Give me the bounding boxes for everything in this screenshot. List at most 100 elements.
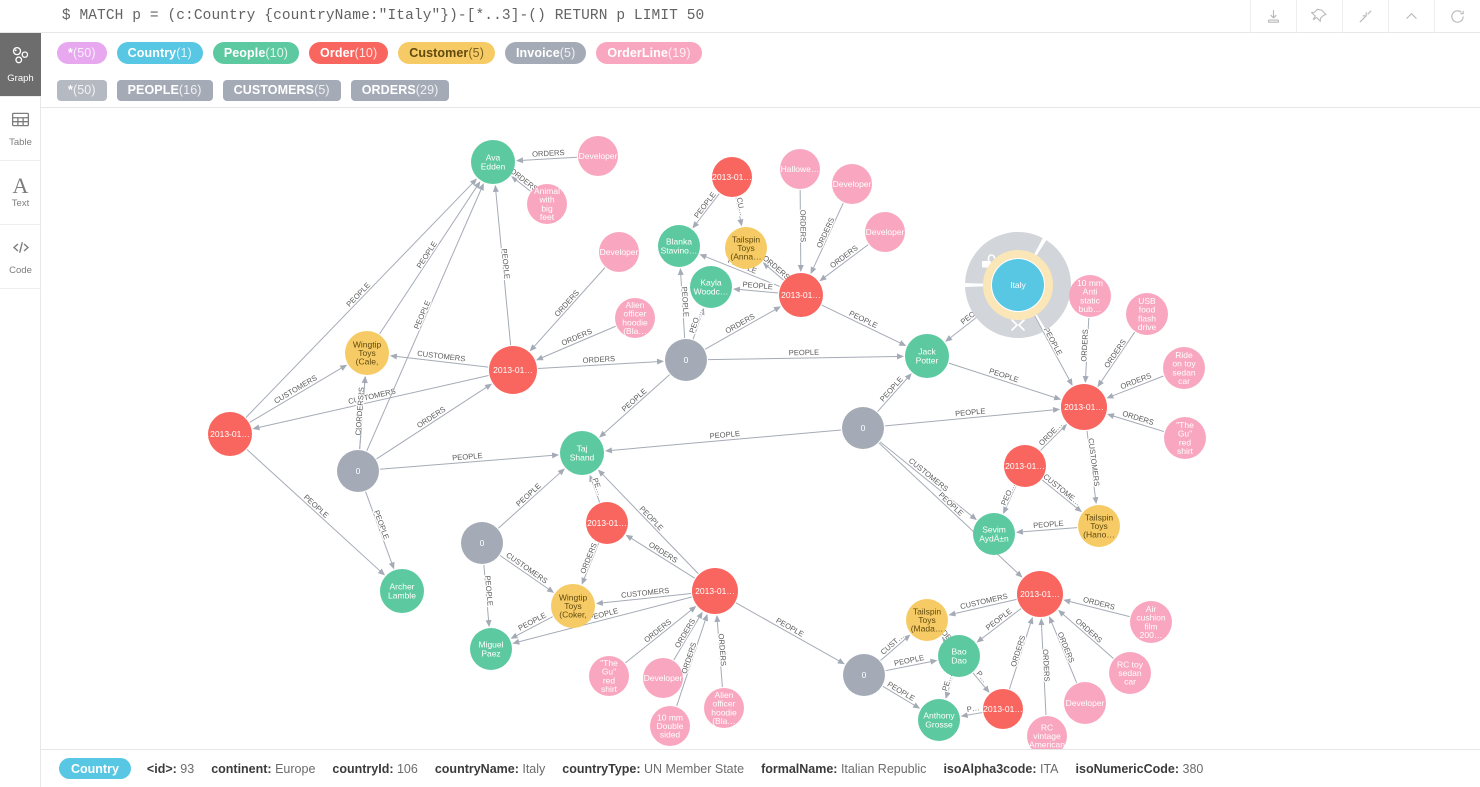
graph-node[interactable]: 2013-01… [489, 346, 537, 394]
graph-node[interactable]: 0 [337, 450, 379, 492]
label-chip-[interactable]: * (50) [57, 42, 107, 64]
graph-node[interactable]: RC toysedancar [1109, 652, 1151, 694]
graph-edge[interactable]: PEO…PEO… [686, 307, 706, 340]
graph-node[interactable]: 10 mmAntistaticbub… [1069, 275, 1111, 317]
graph-edge[interactable]: PEOPLEPEOPLE [882, 678, 922, 712]
graph-node[interactable]: Developer [1064, 682, 1106, 724]
graph-node[interactable]: 10 mmDoublesided [650, 706, 690, 746]
graph-edge[interactable]: CUSTOMERSCUSTOMERS [499, 549, 556, 596]
graph-edge[interactable]: ORDERSORDERS [1106, 408, 1165, 433]
graph-edge[interactable]: PEOPLEPEOPLE [975, 605, 1022, 645]
graph-node[interactable]: 2013-01… [1061, 384, 1107, 430]
graph-node[interactable]: Hallowe… [780, 149, 820, 189]
graph-edge[interactable]: PEOPLEPEOPLE [492, 184, 513, 346]
graph-node[interactable]: MiguelPaez [470, 628, 512, 670]
graph-edge[interactable]: CUST…CUST… [877, 630, 913, 661]
graph-edge[interactable]: PEOPLEPEOPLE [379, 180, 483, 335]
graph-node[interactable]: 2013-01… [983, 689, 1023, 729]
graph-canvas[interactable]: CUSTOMERS CUSTOMERS CUSTOMERS CUSTOMERS CUST… [41, 108, 1480, 749]
graph-edge[interactable]: ORDERSORDERS [515, 147, 578, 164]
graph-edge[interactable]: ORDERSORDERS [625, 604, 698, 664]
graph-node[interactable]: Animalwithbigfeet [527, 184, 567, 224]
graph-node[interactable]: "TheGu"redshirt [1164, 417, 1206, 459]
sidebar-item-table[interactable]: Table [0, 97, 41, 161]
graph-edge[interactable]: CUSTOMERSCUSTOMERS [1085, 430, 1103, 505]
graph-edge[interactable]: PEOPLEPEOPLE [735, 602, 846, 667]
graph-node[interactable]: JackPotter [905, 334, 949, 378]
graph-edge[interactable]: ORDERSORDERS [1046, 615, 1078, 683]
graph-node[interactable]: 2013-01… [208, 412, 252, 456]
graph-edge[interactable]: PEOPLEPEOPLE [690, 189, 720, 230]
graph-node[interactable]: BaoDao [938, 635, 980, 677]
graph-node[interactable]: 2013-01… [586, 502, 628, 544]
graph-edge[interactable]: PEOPLEPEOPLE [732, 279, 779, 294]
graph-edge[interactable]: CUSTOMERSCUSTOMERS [249, 362, 349, 423]
graph-edge[interactable]: PEOPLEPEOPLE [366, 182, 487, 452]
graph-node[interactable]: AnthonyGrosse [918, 699, 960, 741]
graph-edge[interactable]: PEOPLEPEOPLE [821, 304, 908, 349]
graph-node[interactable]: 0 [842, 407, 884, 449]
graph-edge[interactable]: PEOPLEPEOPLE [498, 466, 567, 529]
graph-edge[interactable]: PEOPLEPEOPLE [509, 609, 553, 642]
graph-node[interactable]: 0 [665, 339, 707, 381]
graph-node[interactable]: SevimAydÄ±n [973, 513, 1015, 555]
graph-edge[interactable]: P…P… [972, 668, 992, 695]
graph-edge[interactable]: ORDERSORDERS [797, 189, 809, 273]
graph-node[interactable]: TailspinToys(Anna… [725, 227, 767, 269]
graph-node[interactable]: 0 [461, 522, 503, 564]
graph-edge[interactable]: PE…PE… [939, 671, 955, 700]
graph-node[interactable]: 0 [843, 654, 885, 696]
graph-node[interactable]: 2013-01… [779, 273, 823, 317]
graph-edge[interactable]: ORDERSORDERS [527, 267, 606, 354]
graph-edge[interactable]: ORDE…ORDE… [1036, 419, 1069, 451]
rel-chip-PEOPLE[interactable]: PEOPLE (16) [116, 79, 213, 101]
graph-edge[interactable]: ORDERSORDERS [714, 614, 729, 688]
graph-edge[interactable]: P…P… [960, 702, 983, 719]
graph-edge[interactable]: ORDERSORDERS [1105, 370, 1164, 401]
graph-edge[interactable]: ORDERSORDERS [818, 242, 869, 283]
graph-node[interactable]: Alienofficerhoodie(Bla… [704, 688, 744, 728]
chevron-up-icon[interactable] [1388, 0, 1434, 33]
graph-node[interactable]: AvaEdden [471, 140, 515, 184]
graph-edge[interactable]: ORDERSORDERS [624, 532, 695, 579]
graph-edge[interactable]: ORDERSORDERS [1063, 594, 1130, 618]
graph-edge[interactable]: ORDERSORDERS [760, 252, 793, 283]
graph-node[interactable]: USBfoodflashdrive [1126, 293, 1168, 335]
graph-node[interactable]: Alienofficerhoodie(Bla… [615, 298, 655, 338]
graph-edge[interactable]: ORDERSORDERS [704, 304, 782, 350]
collapse-icon[interactable] [1342, 0, 1388, 33]
graph-node[interactable]: WingtipToys(Cale, [345, 331, 389, 375]
graph-edge[interactable]: PEOPLEPEOPLE [1015, 517, 1078, 536]
refresh-icon[interactable] [1434, 0, 1480, 33]
graph-edge[interactable]: ORDERSORDERS [1078, 317, 1091, 384]
graph-edge[interactable]: PEOPLEPEOPLE [365, 491, 397, 571]
label-chip-OrderLine[interactable]: OrderLine (19) [596, 42, 702, 64]
graph-node[interactable]: "TheGu"redshirt [589, 656, 629, 696]
graph-node[interactable]: KaylaWoodc… [690, 266, 732, 308]
graph-edge[interactable]: CUSTOMERSCUSTOMERS [595, 585, 692, 607]
rel-chip-ORDERS[interactable]: ORDERS (29) [350, 79, 450, 101]
sidebar-item-code[interactable]: Code [0, 225, 41, 289]
graph-edge[interactable]: PEOPLEPEOPLE [885, 652, 938, 672]
graph-edge[interactable]: ORDERSORDERS [577, 540, 600, 585]
graph-edge[interactable]: ORDERSORDERS [808, 202, 844, 275]
label-chip-People[interactable]: People (10) [212, 42, 300, 64]
graph-node[interactable]: Developer [865, 212, 905, 252]
graph-edge[interactable]: CUSTOMERSCUSTOMERS [948, 590, 1017, 618]
graph-edge[interactable]: ORDERSORDERS [537, 353, 665, 370]
graph-edge[interactable]: PEOPLEPEOPLE [878, 442, 1024, 580]
graph-edge[interactable]: PE…PE… [587, 474, 606, 503]
graph-edge[interactable]: PEOPLEPEOPLE [482, 564, 496, 628]
graph-edge[interactable]: PEOPLEPEOPLE [677, 267, 692, 339]
graph-edge[interactable]: ORDERSORDERS [1007, 616, 1036, 690]
graph-edge[interactable]: PEOPLEPEOPLE [948, 362, 1062, 402]
graph-node[interactable]: Developer [578, 136, 618, 176]
graph-node[interactable]: Italy [992, 259, 1044, 311]
graph-edge[interactable]: PEO…PEO… [998, 480, 1018, 516]
graph-edge[interactable]: CU…CU… [733, 195, 748, 227]
label-chip-Country[interactable]: Country (1) [116, 42, 203, 64]
graph-node[interactable]: WingtipToys(Coker, [551, 584, 595, 628]
status-badge[interactable]: Country [59, 758, 131, 779]
graph-node[interactable]: 2013-01… [692, 568, 738, 614]
graph-node[interactable]: Developer [832, 164, 872, 204]
